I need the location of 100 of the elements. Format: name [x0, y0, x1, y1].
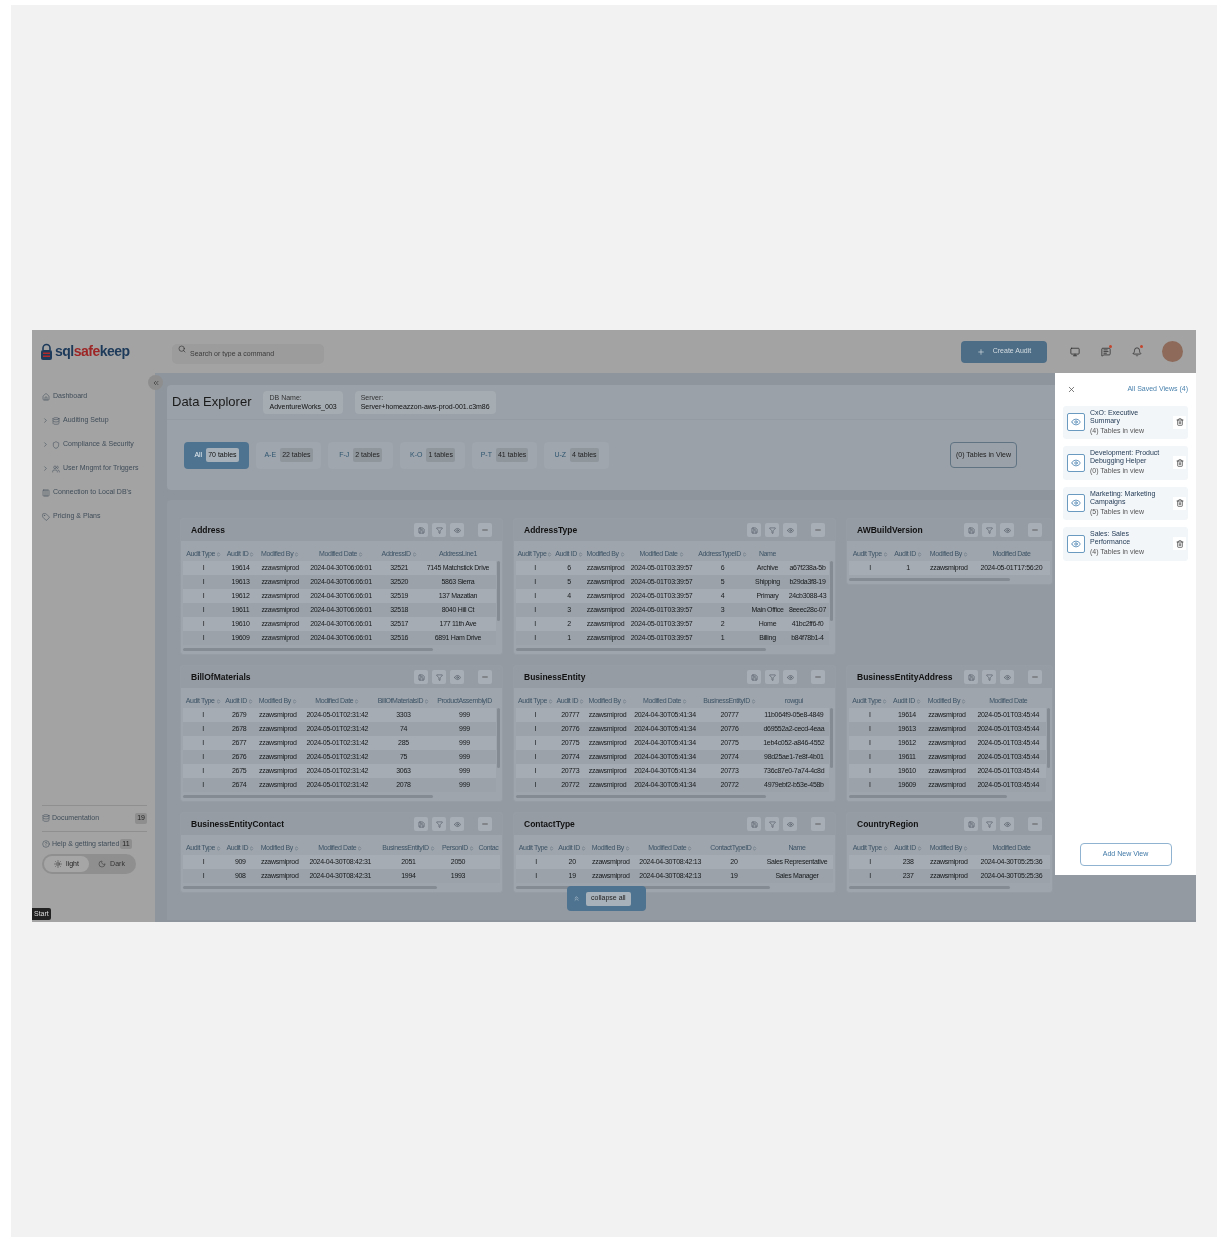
sort-icon[interactable]	[216, 551, 222, 557]
avatar[interactable]	[1162, 341, 1183, 362]
sort-icon[interactable]	[917, 551, 922, 557]
sort-icon[interactable]	[682, 698, 687, 704]
view-button[interactable]	[1067, 413, 1085, 432]
sort-icon[interactable]	[579, 698, 585, 704]
eye-button[interactable]	[783, 523, 797, 537]
eye-button[interactable]	[1000, 670, 1014, 684]
sort-icon[interactable]	[411, 551, 417, 557]
view-button[interactable]	[1067, 453, 1085, 472]
eye-button[interactable]	[783, 817, 797, 831]
save-button[interactable]	[414, 817, 428, 831]
save-button[interactable]	[964, 817, 978, 831]
filter-button[interactable]	[765, 523, 779, 537]
collapse-button[interactable]	[1028, 670, 1042, 684]
sort-icon[interactable]	[750, 698, 756, 704]
save-button[interactable]	[747, 523, 761, 537]
sort-icon[interactable]	[548, 845, 554, 851]
sort-icon[interactable]	[547, 698, 553, 704]
sort-icon[interactable]	[962, 551, 968, 557]
sort-icon[interactable]	[678, 551, 684, 557]
sort-icon[interactable]	[215, 698, 221, 704]
sort-icon[interactable]	[293, 845, 299, 851]
save-button[interactable]	[747, 670, 761, 684]
save-button[interactable]	[414, 670, 428, 684]
filter-button[interactable]	[432, 817, 446, 831]
sort-icon[interactable]	[468, 845, 474, 851]
view-button[interactable]	[1067, 494, 1085, 513]
eye-button[interactable]	[1000, 817, 1014, 831]
chevrons-up-icon[interactable]	[573, 895, 580, 902]
sort-icon[interactable]	[741, 551, 747, 557]
save-button[interactable]	[747, 817, 761, 831]
minus-icon	[1031, 526, 1039, 534]
sort-icon[interactable]	[354, 698, 360, 704]
sort-icon[interactable]	[577, 551, 583, 557]
delete-button[interactable]	[1173, 496, 1186, 510]
save-icon	[750, 526, 758, 534]
sort-icon[interactable]	[357, 845, 363, 851]
filter-icon	[985, 526, 993, 534]
sort-icon[interactable]	[547, 551, 553, 557]
sort-icon[interactable]	[624, 845, 630, 851]
sort-icon[interactable]	[294, 551, 300, 557]
sort-icon[interactable]	[249, 845, 255, 851]
collapse-button[interactable]	[811, 523, 825, 537]
bell-button[interactable]	[1131, 346, 1142, 357]
sort-icon[interactable]	[248, 698, 254, 704]
filter-button[interactable]	[432, 523, 446, 537]
sort-icon[interactable]	[429, 845, 435, 851]
eye-button[interactable]	[1000, 523, 1014, 537]
eye-button[interactable]	[450, 817, 464, 831]
minus-icon	[481, 820, 489, 828]
sort-icon[interactable]	[581, 845, 586, 851]
sort-icon[interactable]	[424, 698, 430, 704]
collapse-button[interactable]	[478, 670, 492, 684]
delete-button[interactable]	[1173, 415, 1186, 429]
table-title: BusinessEntityAddress	[857, 670, 953, 684]
filter-button[interactable]	[765, 817, 779, 831]
collapse-button[interactable]	[1028, 523, 1042, 537]
save-button[interactable]	[414, 523, 428, 537]
close-icon[interactable]	[1067, 384, 1076, 394]
message-button[interactable]	[1100, 346, 1111, 357]
sort-icon[interactable]	[917, 845, 922, 851]
monitor-icon	[1069, 346, 1080, 357]
collapse-button[interactable]	[478, 817, 492, 831]
filter-button[interactable]	[982, 817, 996, 831]
filter-button[interactable]	[432, 670, 446, 684]
database-icon	[52, 416, 60, 425]
sort-icon[interactable]	[882, 551, 888, 557]
sort-icon[interactable]	[249, 551, 255, 557]
collapse-button[interactable]	[1028, 817, 1042, 831]
save-button[interactable]	[964, 523, 978, 537]
collapse-button[interactable]	[811, 817, 825, 831]
sort-icon[interactable]	[962, 845, 968, 851]
sort-icon[interactable]	[687, 845, 693, 851]
filter-button[interactable]	[982, 523, 996, 537]
filter-button[interactable]	[982, 670, 996, 684]
filter-button[interactable]	[765, 670, 779, 684]
sort-icon[interactable]	[915, 698, 921, 704]
sort-icon[interactable]	[357, 551, 363, 557]
sort-icon[interactable]	[961, 698, 966, 704]
monitor-button[interactable]	[1069, 346, 1080, 357]
app-logo[interactable]: sqlsafekeep	[40, 341, 164, 362]
sort-icon[interactable]	[216, 845, 221, 851]
collapse-button[interactable]	[478, 523, 492, 537]
eye-button[interactable]	[450, 670, 464, 684]
collapse-button[interactable]	[811, 670, 825, 684]
sort-icon[interactable]	[752, 845, 758, 851]
sort-icon[interactable]	[882, 698, 888, 704]
eye-button[interactable]	[450, 523, 464, 537]
sort-icon[interactable]	[882, 845, 888, 851]
chevron-right-icon	[42, 465, 49, 472]
plus-icon	[976, 347, 985, 356]
sort-icon[interactable]	[621, 698, 627, 704]
sort-icon[interactable]	[619, 551, 625, 557]
view-button[interactable]	[1067, 534, 1085, 553]
eye-button[interactable]	[783, 670, 797, 684]
sort-icon[interactable]	[292, 698, 297, 704]
delete-button[interactable]	[1173, 456, 1186, 470]
save-button[interactable]	[964, 670, 978, 684]
delete-button[interactable]	[1173, 537, 1186, 551]
